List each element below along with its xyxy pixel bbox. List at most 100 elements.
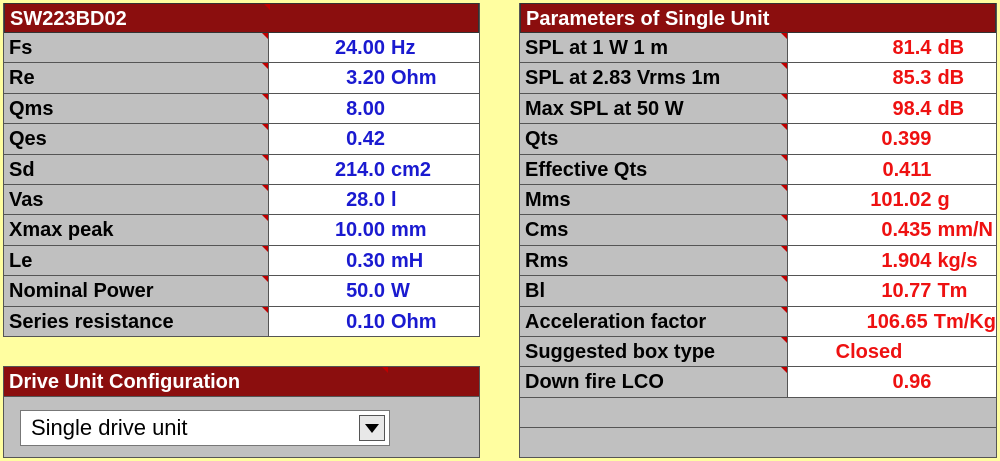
computed-parameter-value: 10.77	[881, 280, 932, 303]
driver-parameter-label: Qes	[4, 124, 269, 154]
computed-parameter-label: SPL at 2.83 Vrms 1m	[520, 63, 789, 93]
computed-parameter-value-cell: Closed	[788, 336, 996, 367]
driver-parameter-value-cell[interactable]: 24.00 Hz	[269, 33, 479, 63]
comment-marker	[781, 63, 788, 70]
computed-parameter-value-cell: 85.3 dB	[788, 63, 996, 93]
driver-parameter-rows: Fs 24.00 Hz Re 3.20 Ohm Qms 8.00 Qes 0.42 Sd 214.0 c…	[4, 33, 479, 337]
driver-parameter-value: 50.0	[346, 280, 385, 303]
driver-parameter-unit	[385, 94, 391, 123]
driver-parameter-row: Re 3.20 Ohm	[4, 63, 479, 94]
single-unit-title-label: Parameters of Single Unit	[526, 8, 770, 30]
computed-parameter-value-cell: 106.65 Tm/Kg	[788, 306, 996, 336]
driver-parameter-label: Qms	[4, 93, 269, 124]
computed-parameter-value: 98.4	[892, 97, 932, 120]
drive-unit-config-panel: Drive Unit Configuration Single drive un…	[3, 366, 480, 458]
comment-marker	[781, 93, 788, 100]
computed-parameter-value-cell: 0.411	[788, 154, 996, 184]
driver-parameter-value-cell[interactable]: 50.0 W	[269, 276, 479, 306]
driver-parameter-value: 8.00	[346, 97, 385, 120]
computed-parameter-value: 0.435	[881, 219, 932, 242]
computed-parameter-value: 85.3	[892, 67, 932, 90]
computed-parameter-unit	[990, 337, 996, 366]
computed-parameter-label: Bl	[520, 276, 789, 306]
computed-parameter-value: 0.411	[882, 158, 932, 181]
driver-parameter-row: Fs 24.00 Hz	[4, 33, 479, 64]
computed-parameter-row: Qts 0.399	[520, 124, 996, 155]
comment-marker	[781, 215, 788, 222]
single-unit-title: Parameters of Single Unit	[520, 3, 996, 33]
driver-parameter-value-cell[interactable]: 214.0 cm2	[269, 154, 479, 184]
driver-parameter-value: 24.00	[334, 37, 385, 59]
computed-parameter-unit: dB	[937, 37, 965, 59]
driver-parameter-value-cell[interactable]: 8.00	[269, 93, 479, 124]
driver-parameter-row: Xmax peak 10.00 mm	[4, 215, 479, 246]
computed-parameter-row: Acceleration factor 106.65 Tm/Kg	[520, 306, 996, 337]
driver-parameter-label: Sd	[4, 154, 269, 184]
driver-parameter-label: Fs	[4, 33, 269, 63]
driver-parameter-label: Xmax peak	[4, 215, 269, 245]
drive-unit-config-label: Drive Unit Configuration	[9, 371, 241, 393]
driver-parameter-unit	[385, 124, 391, 153]
computed-parameter-row: Cms 0.435 mm/N	[520, 215, 996, 246]
comment-marker	[262, 63, 268, 70]
driver-parameter-value-cell[interactable]: 0.30 mH	[269, 245, 479, 276]
driver-parameter-row: Nominal Power 50.0 W	[4, 276, 479, 307]
computed-parameter-value: 0.399	[881, 128, 932, 151]
driver-parameter-row: Qms 8.00	[4, 93, 479, 125]
driver-parameter-label: Nominal Power	[4, 276, 269, 306]
computed-parameter-value: Closed	[835, 340, 903, 363]
empty-row	[520, 397, 996, 429]
computed-parameter-label: Max SPL at 50 W	[520, 93, 789, 124]
computed-parameter-value: 81.4	[892, 37, 932, 59]
computed-parameter-label: Acceleration factor	[520, 306, 788, 336]
comment-marker	[264, 4, 270, 10]
computed-parameter-value-cell: 10.77 Tm	[788, 276, 996, 306]
driver-model-title: SW223BD02	[4, 3, 479, 33]
driver-parameters-panel: SW223BD02 Fs 24.00 Hz Re 3.20 Ohm Qms 8.00 Qes 0.…	[3, 3, 480, 337]
computed-parameter-value-cell: 0.435 mm/N	[788, 215, 996, 245]
empty-row	[520, 428, 996, 459]
computed-parameter-value: 101.02	[870, 188, 932, 211]
driver-parameter-value-cell[interactable]: 10.00 mm	[269, 215, 479, 245]
computed-parameter-label: Down fire LCO	[520, 367, 789, 397]
driver-parameter-label: Series resistance	[4, 306, 269, 336]
computed-parameter-value-cell: 1.904 kg/s	[788, 245, 996, 276]
computed-parameter-row: SPL at 1 W 1 m 81.4 dB	[520, 33, 996, 64]
computed-parameter-unit: Tm	[937, 280, 968, 303]
driver-parameter-value: 3.20	[346, 67, 385, 90]
computed-parameter-value: 0.96	[892, 371, 932, 394]
computed-parameter-label: SPL at 1 W 1 m	[520, 33, 789, 63]
driver-model-label: SW223BD02	[10, 8, 127, 30]
driver-parameter-unit: mH	[391, 249, 424, 272]
comment-marker	[781, 33, 788, 39]
computed-parameter-label: Qts	[520, 124, 789, 154]
comment-marker	[262, 154, 268, 161]
driver-parameter-label: Re	[4, 63, 269, 93]
computed-parameter-unit: mm/N	[937, 219, 994, 242]
driver-parameter-value-cell[interactable]: 3.20 Ohm	[269, 63, 479, 93]
computed-parameter-row: Mms 101.02 g	[520, 184, 996, 216]
driver-parameter-label: Le	[4, 245, 269, 276]
driver-parameter-value-cell[interactable]: 28.0 l	[269, 184, 479, 215]
driver-parameter-value-cell[interactable]: 0.10 Ohm	[269, 306, 479, 336]
driver-parameter-value-cell[interactable]: 0.42	[269, 124, 479, 154]
driver-parameter-row: Vas 28.0 l	[4, 184, 479, 216]
drive-unit-select[interactable]: Single drive unit	[20, 410, 390, 446]
dropdown-arrow-icon[interactable]	[359, 415, 385, 441]
driver-parameter-value: 0.10	[346, 310, 385, 333]
computed-parameter-row: Down fire LCO 0.96	[520, 367, 996, 398]
computed-parameter-value-cell: 0.96	[788, 367, 996, 397]
computed-parameter-unit: Tm/Kg	[933, 310, 996, 333]
comment-marker	[781, 367, 788, 374]
computed-parameter-label: Rms	[520, 245, 789, 276]
computed-parameter-unit: dB	[937, 97, 965, 120]
driver-parameter-unit: mm	[391, 219, 427, 242]
comment-marker	[781, 245, 788, 252]
comment-marker	[262, 124, 268, 131]
driver-parameter-row: Series resistance 0.10 Ohm	[4, 306, 479, 337]
computed-parameter-value-cell: 0.399	[788, 124, 996, 154]
computed-parameter-unit	[931, 124, 937, 153]
comment-marker	[262, 184, 268, 191]
comment-marker	[781, 184, 788, 191]
single-unit-parameter-rows: SPL at 1 W 1 m 81.4 dB SPL at 2.83 Vrms 1m 8…	[520, 33, 996, 398]
